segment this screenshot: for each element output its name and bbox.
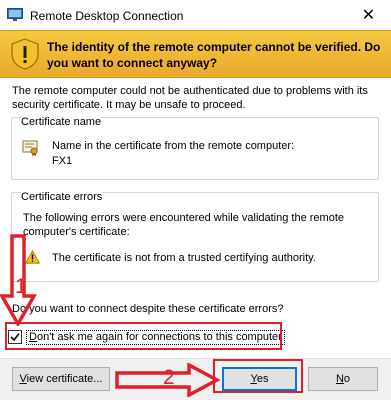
no-button[interactable]: No: [308, 367, 378, 391]
close-icon: ✕: [361, 7, 376, 24]
certificate-name-value: FX1: [52, 155, 73, 167]
remote-desktop-app-icon: [7, 8, 23, 22]
certificate-name-label: Name in the certificate from the remote …: [52, 140, 295, 152]
annotation-step-1: 1: [15, 275, 27, 298]
certificate-name-legend: Certificate name: [21, 116, 102, 128]
close-button[interactable]: ✕: [346, 0, 391, 30]
view-certificate-label: View certificate...: [19, 373, 103, 385]
certificate-name-group: Certificate name Name in the certificate…: [11, 116, 379, 180]
no-label: No: [335, 373, 351, 385]
banner-message: The identity of the remote computer cann…: [47, 40, 381, 70]
window-title: Remote Desktop Connection: [30, 9, 184, 23]
annotation-highlight-checkbox: [5, 322, 282, 350]
connect-question: Do you want to connect despite these cer…: [12, 303, 284, 315]
shield-warning-icon: [10, 38, 40, 70]
certificate-errors-legend: Certificate errors: [21, 191, 103, 203]
title-bar: Remote Desktop Connection ✕: [0, 0, 391, 30]
certificate-errors-text: The following errors were encountered wh…: [23, 212, 345, 238]
annotation-highlight-yes: [213, 359, 303, 393]
certificate-errors-group: Certificate errors The following errors …: [11, 191, 379, 282]
description-text: The remote computer could not be authent…: [12, 85, 368, 111]
annotation-step-2: 2: [163, 366, 175, 389]
remote-desktop-dialog: Remote Desktop Connection ✕ The identity…: [0, 0, 391, 400]
warning-banner: The identity of the remote computer cann…: [0, 30, 391, 78]
certificate-icon: [22, 139, 40, 157]
view-certificate-button[interactable]: View certificate...: [12, 367, 110, 391]
certificate-error-item: The certificate is not from a trusted ce…: [52, 252, 316, 264]
